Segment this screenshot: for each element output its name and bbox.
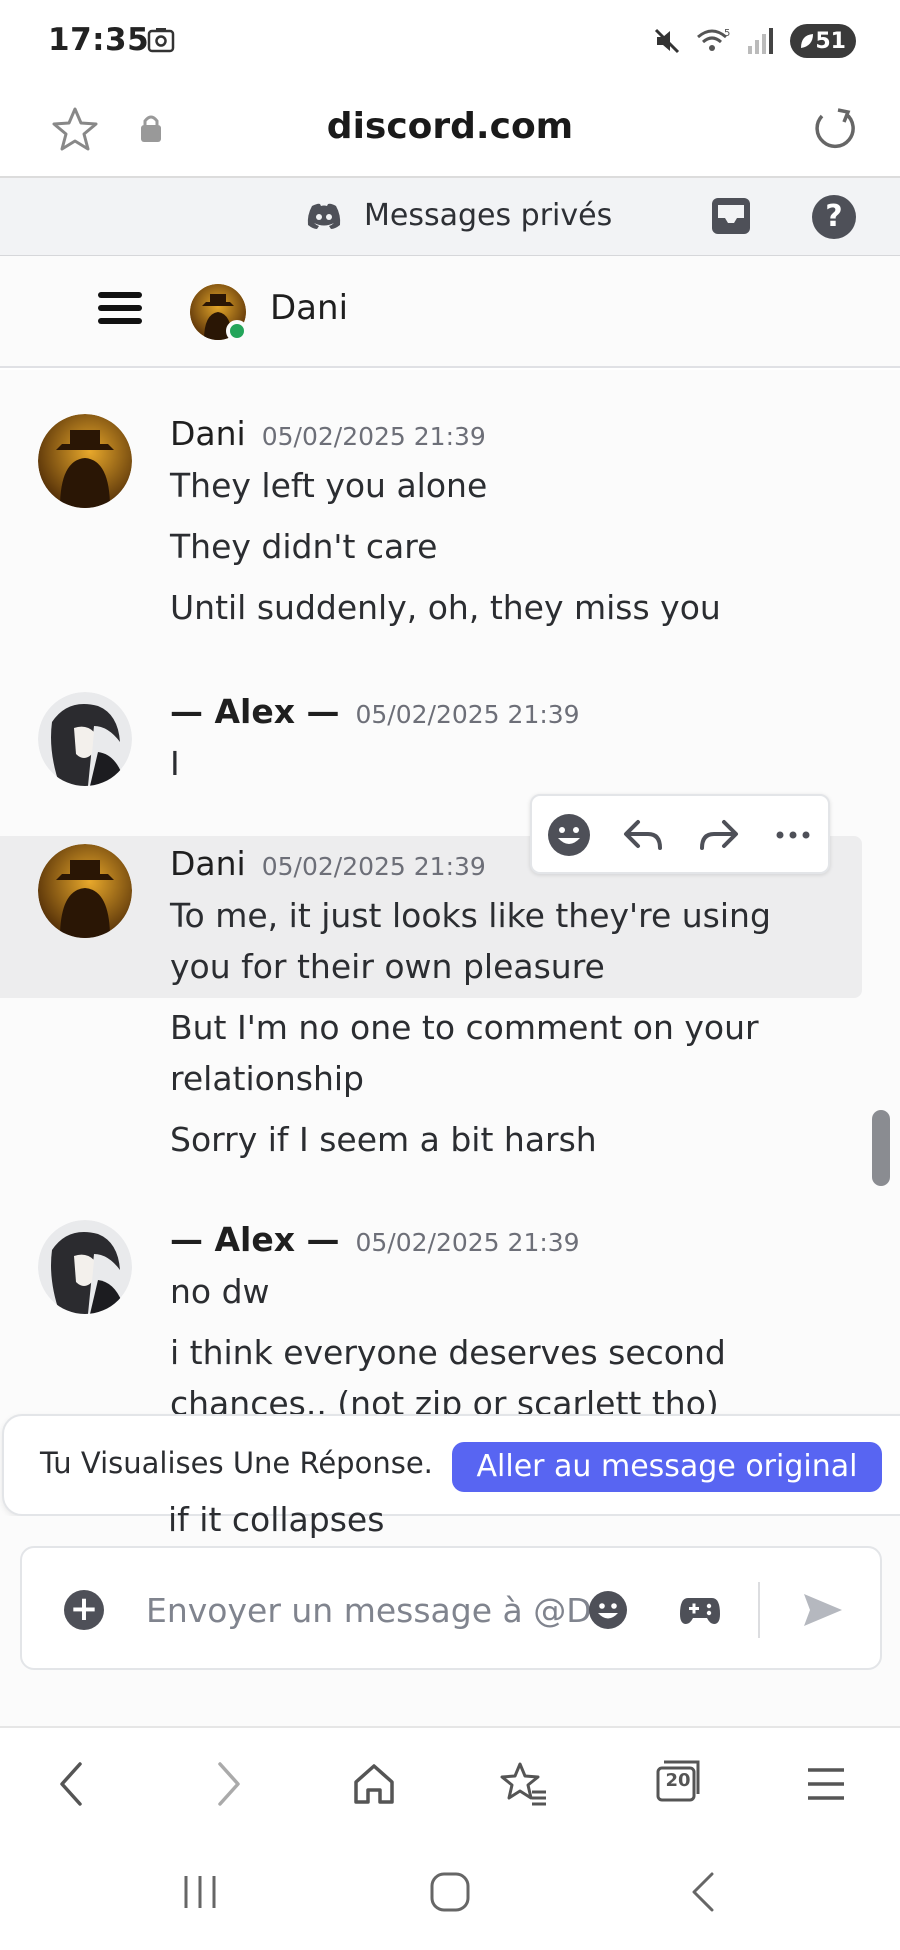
home-button-icon[interactable] bbox=[428, 1868, 472, 1916]
message-line: i think everyone deserves second bbox=[170, 1333, 726, 1372]
back-icon[interactable] bbox=[48, 1758, 100, 1810]
message-line: no dw bbox=[170, 1272, 270, 1311]
message-author[interactable]: — Alex — 05/02/2025 21:39 bbox=[170, 692, 580, 731]
reload-icon[interactable] bbox=[808, 102, 860, 154]
composer-area: if it collapses + bbox=[0, 1500, 900, 1726]
bookmarks-icon[interactable] bbox=[498, 1758, 550, 1810]
message-composer: + bbox=[20, 1546, 882, 1670]
wifi-icon: 5 bbox=[697, 28, 730, 51]
message-line: They didn't care bbox=[170, 527, 438, 566]
message-line: Sorry if I seem a bit harsh bbox=[170, 1120, 597, 1159]
emoji-icon[interactable] bbox=[586, 1588, 630, 1632]
avatar[interactable] bbox=[38, 692, 132, 786]
add-reaction-icon[interactable] bbox=[544, 810, 594, 860]
message-author[interactable]: — Alex — 05/02/2025 21:39 bbox=[170, 1220, 580, 1259]
browser-bottom-nav: 20 bbox=[0, 1726, 900, 1838]
reply-banner-text: Tu Visualises Une Réponse. bbox=[40, 1446, 433, 1480]
channel-bar: Dani bbox=[0, 256, 900, 368]
message-timestamp: 05/02/2025 21:39 bbox=[355, 1228, 580, 1257]
system-nav-bar bbox=[0, 1838, 900, 1950]
browser-menu-icon[interactable] bbox=[800, 1758, 852, 1810]
author-name[interactable]: — Alex — bbox=[170, 1220, 340, 1259]
message-list[interactable]: Dani 05/02/2025 21:39 They left you alone… bbox=[0, 370, 900, 1540]
system-back-icon[interactable] bbox=[682, 1868, 726, 1916]
discord-logo-icon bbox=[307, 203, 341, 229]
author-name[interactable]: — Alex — bbox=[170, 692, 340, 731]
message-timestamp: 05/02/2025 21:39 bbox=[261, 852, 486, 881]
page-title: Messages privés bbox=[364, 198, 613, 233]
gamepad-icon[interactable] bbox=[678, 1588, 722, 1632]
svg-text:5: 5 bbox=[724, 28, 730, 39]
author-name[interactable]: Dani bbox=[170, 414, 246, 453]
message-line: But I'm no one to comment on your bbox=[170, 1008, 759, 1047]
forward-icon[interactable] bbox=[694, 810, 744, 860]
avatar[interactable] bbox=[38, 414, 132, 508]
message-action-bar bbox=[530, 794, 830, 874]
avatar[interactable] bbox=[38, 1220, 132, 1314]
browser-url-bar: discord.com bbox=[0, 84, 900, 178]
message-line: Until suddenly, oh, they miss you bbox=[170, 588, 721, 627]
power-saving-icon bbox=[801, 34, 813, 48]
message-input[interactable] bbox=[146, 1582, 590, 1638]
add-attachment-button[interactable]: + bbox=[64, 1590, 104, 1630]
jump-to-original-button[interactable]: Aller au message original bbox=[452, 1442, 882, 1492]
avatar[interactable] bbox=[38, 844, 132, 938]
signal-icon bbox=[748, 28, 773, 54]
mute-icon bbox=[654, 28, 680, 54]
menu-icon[interactable] bbox=[98, 292, 142, 328]
message-line: To me, it just looks like they're using bbox=[170, 896, 771, 935]
battery-indicator: 51 bbox=[790, 24, 856, 58]
send-icon[interactable] bbox=[798, 1586, 846, 1634]
more-options-icon[interactable] bbox=[768, 810, 818, 860]
status-time: 17:35 bbox=[48, 22, 150, 58]
status-icons: 5 51 bbox=[652, 24, 856, 58]
message-author[interactable]: Dani 05/02/2025 21:39 bbox=[170, 414, 486, 453]
message-timestamp: 05/02/2025 21:39 bbox=[355, 700, 580, 729]
message-author[interactable]: Dani 05/02/2025 21:39 bbox=[170, 844, 486, 883]
status-bar: 17:35 5 51 bbox=[0, 0, 900, 84]
discord-top-bar: Messages privés ? bbox=[0, 178, 900, 256]
screenshot-icon bbox=[147, 28, 175, 53]
help-icon[interactable]: ? bbox=[812, 195, 856, 239]
forward-nav-icon[interactable] bbox=[200, 1758, 252, 1810]
recent-apps-icon[interactable] bbox=[178, 1868, 222, 1916]
message-timestamp: 05/02/2025 21:39 bbox=[261, 422, 486, 451]
reply-banner: Tu Visualises Une Réponse. Aller au mess… bbox=[2, 1414, 900, 1516]
message-line: if it collapses bbox=[168, 1500, 385, 1539]
message-line: I bbox=[170, 744, 180, 783]
message-line: you for their own pleasure bbox=[170, 947, 605, 986]
message-line: They left you alone bbox=[170, 466, 488, 505]
channel-name: Dani bbox=[270, 288, 349, 328]
inbox-icon[interactable] bbox=[710, 196, 752, 236]
message-line: relationship bbox=[170, 1059, 364, 1098]
tab-count: 20 bbox=[665, 1770, 691, 1791]
composer-divider bbox=[758, 1582, 760, 1638]
scrollbar-thumb[interactable] bbox=[872, 1110, 890, 1186]
battery-level: 51 bbox=[815, 28, 846, 54]
author-name[interactable]: Dani bbox=[170, 844, 246, 883]
url-text[interactable]: discord.com bbox=[0, 106, 900, 147]
online-status-icon bbox=[226, 320, 248, 342]
home-icon[interactable] bbox=[348, 1758, 400, 1810]
reply-icon[interactable] bbox=[618, 810, 668, 860]
